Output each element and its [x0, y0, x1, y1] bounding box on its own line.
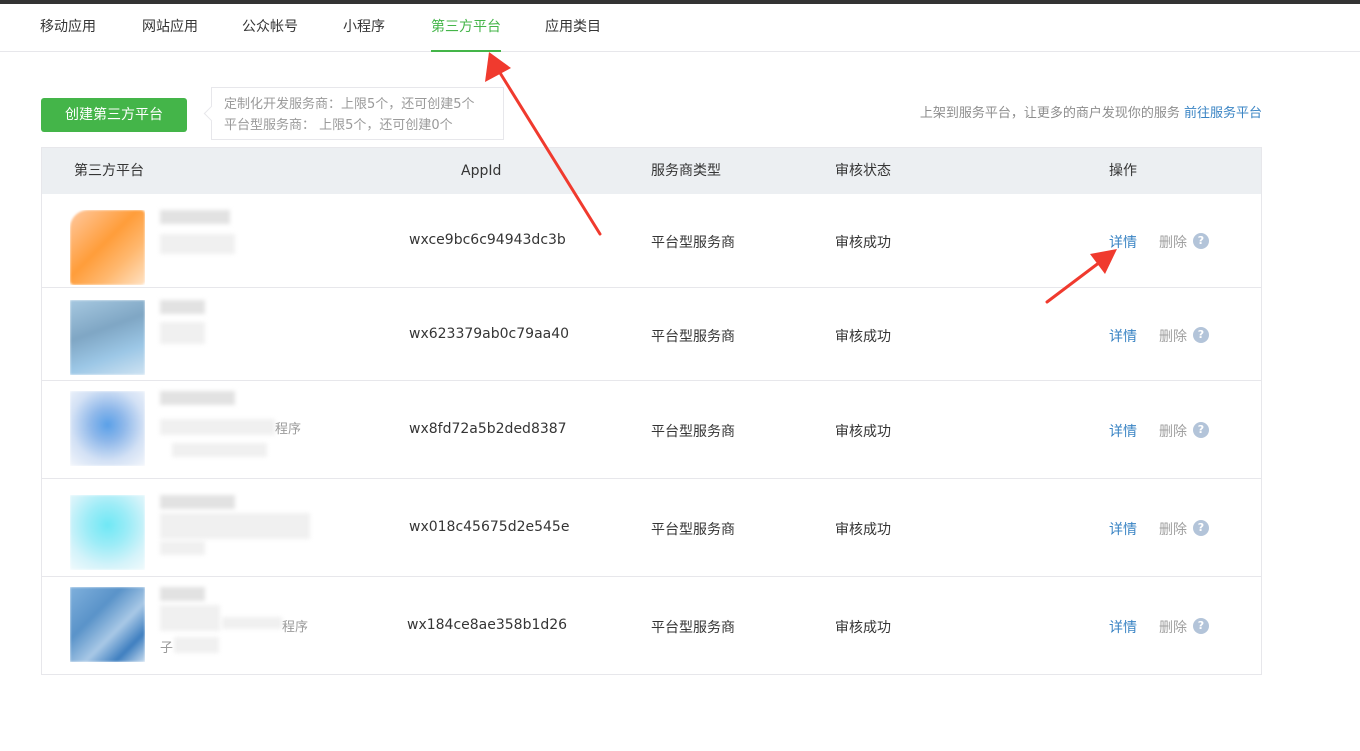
platform-desc-suffix: 程序 — [275, 422, 302, 437]
platform-desc-prefix: 子 — [160, 641, 174, 656]
appid-value: wx623379ab0c79aa40 — [409, 326, 570, 342]
header-provider-type: 服务商类型 — [651, 163, 721, 179]
platform-name-redacted — [160, 210, 230, 224]
platform-desc-redacted — [160, 513, 310, 539]
table-row: wx623379ab0c79aa40 平台型服务商 审核成功 详情 删除 ? — [42, 287, 1261, 381]
header-appid: AppId — [461, 163, 502, 179]
tab-official-account[interactable]: 公众帐号 — [242, 4, 298, 51]
appid-value: wx8fd72a5b2ded8387 — [409, 421, 567, 437]
tab-website-app[interactable]: 网站应用 — [142, 4, 198, 51]
table-row: 程序 子 wx184ce8ae358b1d26 平台型服务商 审核成功 详情 删… — [42, 576, 1261, 675]
category-tabs: 移动应用 网站应用 公众帐号 小程序 第三方平台 应用类目 — [0, 4, 1360, 52]
detail-link[interactable]: 详情 — [1109, 232, 1137, 252]
question-circle-icon[interactable]: ? — [1193, 422, 1209, 438]
create-third-party-button[interactable]: 创建第三方平台 — [41, 98, 187, 132]
quota-tooltip: 定制化开发服务商：上限5个，还可创建5个 平台型服务商： 上限5个，还可创建0个 — [211, 87, 504, 140]
third-party-table: 第三方平台 AppId 服务商类型 审核状态 操作 wxce9bc6c94943… — [41, 147, 1262, 675]
question-circle-icon[interactable]: ? — [1193, 520, 1209, 536]
platform-name-redacted — [160, 587, 205, 601]
header-actions: 操作 — [1109, 163, 1137, 179]
delete-link[interactable]: 删除 — [1159, 421, 1187, 441]
table-row: wx018c45675d2e545e 平台型服务商 审核成功 详情 删除 ? — [42, 478, 1261, 577]
platform-desc-redacted — [222, 617, 282, 629]
service-platform-promo: 上架到服务平台，让更多的商户发现你的服务 前往服务平台 — [920, 102, 1262, 121]
detail-link[interactable]: 详情 — [1109, 421, 1137, 441]
platform-desc-redacted — [160, 419, 275, 435]
question-circle-icon[interactable]: ? — [1193, 233, 1209, 249]
appid-value: wxce9bc6c94943dc3b — [409, 232, 566, 248]
delete-link[interactable]: 删除 — [1159, 617, 1187, 637]
goto-service-platform-link[interactable]: 前往服务平台 — [1184, 106, 1262, 121]
question-circle-icon[interactable]: ? — [1193, 618, 1209, 634]
tab-mobile-app[interactable]: 移动应用 — [40, 4, 96, 51]
delete-link[interactable]: 删除 — [1159, 519, 1187, 539]
platform-desc-suffix: 程序 — [282, 620, 309, 635]
review-status-value: 审核成功 — [835, 522, 891, 538]
tab-app-category[interactable]: 应用类目 — [545, 4, 601, 51]
provider-type-value: 平台型服务商 — [651, 424, 735, 440]
quota-platform: 平台型服务商： 上限5个，还可创建0个 — [224, 118, 453, 133]
provider-type-value: 平台型服务商 — [651, 620, 735, 636]
platform-avatar — [70, 495, 145, 570]
platform-desc-redacted — [160, 605, 220, 631]
review-status-value: 审核成功 — [835, 329, 891, 345]
tab-mini-program[interactable]: 小程序 — [343, 4, 385, 51]
platform-name-redacted — [160, 391, 235, 405]
platform-desc-redacted — [160, 234, 235, 254]
detail-link[interactable]: 详情 — [1109, 519, 1137, 539]
platform-name-redacted — [160, 495, 235, 509]
header-platform: 第三方平台 — [74, 163, 144, 179]
review-status-value: 审核成功 — [835, 620, 891, 636]
promo-text: 上架到服务平台，让更多的商户发现你的服务 — [919, 106, 1184, 121]
question-circle-icon[interactable]: ? — [1193, 327, 1209, 343]
platform-avatar — [70, 300, 145, 375]
platform-desc-redacted — [160, 541, 205, 555]
table-row: wxce9bc6c94943dc3b 平台型服务商 审核成功 详情 删除 ? — [42, 194, 1261, 287]
detail-link[interactable]: 详情 — [1109, 326, 1137, 346]
platform-name-redacted — [160, 300, 205, 314]
header-review-status: 审核状态 — [835, 163, 891, 179]
delete-link[interactable]: 删除 — [1159, 326, 1187, 346]
table-header: 第三方平台 AppId 服务商类型 审核状态 操作 — [42, 148, 1261, 194]
provider-type-value: 平台型服务商 — [651, 329, 735, 345]
appid-value: wx184ce8ae358b1d26 — [407, 617, 568, 633]
platform-desc-redacted — [172, 443, 267, 457]
table-row: 程序 wx8fd72a5b2ded8387 平台型服务商 审核成功 详情 删除 … — [42, 380, 1261, 479]
platform-avatar — [70, 210, 145, 285]
provider-type-value: 平台型服务商 — [651, 235, 735, 251]
platform-avatar — [70, 391, 145, 466]
provider-type-value: 平台型服务商 — [651, 522, 735, 538]
detail-link[interactable]: 详情 — [1109, 617, 1137, 637]
quota-custom-dev: 定制化开发服务商：上限5个，还可创建5个 — [224, 97, 475, 112]
platform-avatar — [70, 587, 145, 662]
platform-desc-redacted — [160, 322, 205, 344]
review-status-value: 审核成功 — [835, 424, 891, 440]
tab-third-party-platform[interactable]: 第三方平台 — [431, 4, 501, 52]
review-status-value: 审核成功 — [835, 235, 891, 251]
appid-value: wx018c45675d2e545e — [409, 519, 570, 535]
platform-desc-redacted — [174, 637, 219, 653]
delete-link[interactable]: 删除 — [1159, 232, 1187, 252]
